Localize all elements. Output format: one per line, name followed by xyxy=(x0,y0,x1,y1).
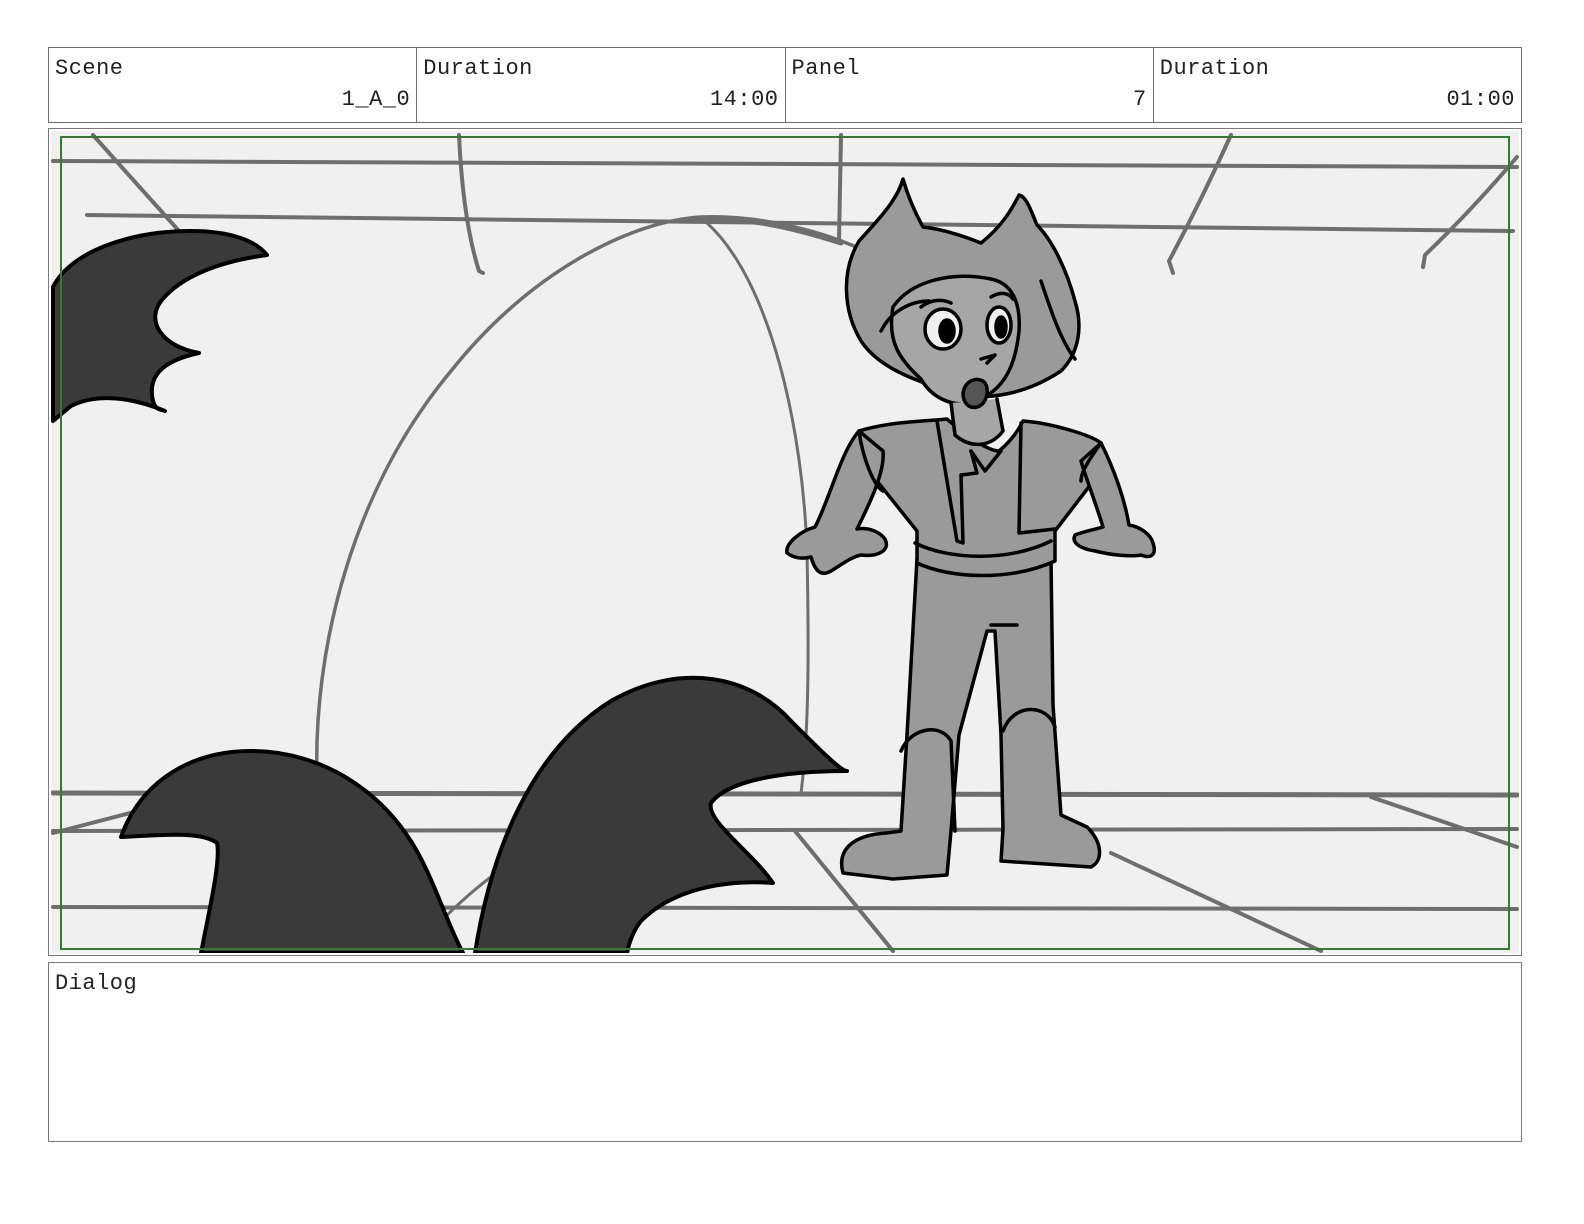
panel-value: 7 xyxy=(1133,87,1147,112)
panel-label: Panel xyxy=(791,56,861,81)
scene-cell: Scene 1_A_0 xyxy=(49,48,418,122)
scene-duration-value: 14:00 xyxy=(709,87,779,112)
storyboard-header: Scene 1_A_0 Duration 14:00 Panel 7 Durat… xyxy=(48,47,1522,123)
scene-duration-label: Duration xyxy=(423,56,533,81)
storyboard-panel xyxy=(48,128,1522,956)
dialog-box[interactable]: Dialog xyxy=(48,962,1522,1142)
dialog-label: Dialog xyxy=(55,971,138,996)
panel-artwork xyxy=(51,131,1519,953)
scene-duration-cell: Duration 14:00 xyxy=(417,48,786,122)
scene-label: Scene xyxy=(55,56,124,81)
panel-duration-value: 01:00 xyxy=(1446,87,1515,112)
scene-value: 1_A_0 xyxy=(341,87,411,112)
panel-duration-label: Duration xyxy=(1159,56,1270,81)
panel-duration-cell: Duration 01:00 xyxy=(1154,48,1521,122)
panel-cell: Panel 7 xyxy=(786,48,1154,122)
